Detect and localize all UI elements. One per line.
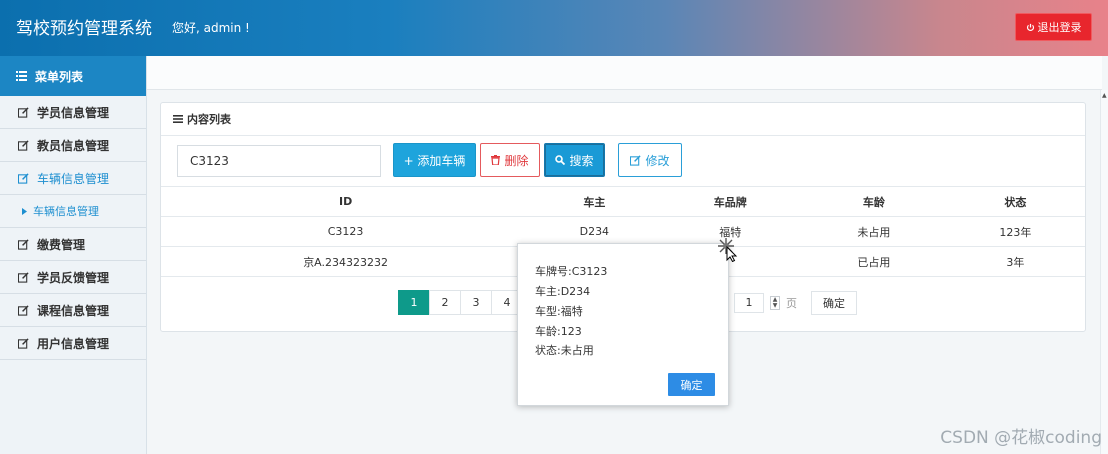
- list-icon: [16, 71, 27, 81]
- detail-model: 车型:福特: [535, 305, 583, 318]
- pagination: 1 2 3 4: [398, 290, 523, 315]
- delete-button[interactable]: 删除: [480, 143, 540, 177]
- table-cell: D234: [530, 216, 659, 247]
- column-header: ID: [161, 186, 531, 217]
- edit-icon: [18, 139, 29, 151]
- sidebar-item-label: 学员信息管理: [37, 105, 110, 120]
- sidebar-item-coach[interactable]: 教员信息管理: [0, 129, 146, 162]
- sidebar-item-user[interactable]: 用户信息管理: [0, 327, 146, 360]
- edit-icon: [18, 106, 29, 118]
- sidebar-item-label: 学员反馈管理: [37, 270, 110, 285]
- table-row[interactable]: C3123 D234 福特 未占用 123年: [161, 216, 1085, 247]
- sidebar-item-student[interactable]: 学员信息管理: [0, 96, 146, 129]
- sidebar-item-label: 缴费管理: [37, 237, 86, 252]
- chevron-down-icon: ▼: [772, 301, 778, 309]
- sidebar-subitem-label: 车辆信息管理: [33, 205, 99, 218]
- column-header: 状态: [945, 186, 1085, 217]
- watermark-text: CSDN @花椒coding: [940, 428, 1102, 448]
- busy-cursor-icon: [718, 238, 738, 262]
- page-number-input[interactable]: [734, 292, 764, 313]
- sidebar-item-feedback[interactable]: 学员反馈管理: [0, 261, 146, 294]
- table-cell: 已占用: [802, 246, 946, 277]
- logout-label: 退出登录: [1037, 21, 1082, 34]
- page-1-button[interactable]: 1: [398, 290, 430, 315]
- edit-icon: [630, 154, 642, 166]
- table-cell: 京A.234323232: [161, 246, 531, 277]
- page-2-button[interactable]: 2: [429, 290, 461, 315]
- add-vehicle-button[interactable]: + 添加车辆: [393, 143, 476, 177]
- content-top-strip: [147, 56, 1102, 90]
- top-header: 驾校预约管理系统 您好, admin ! 退出登录: [0, 0, 1108, 56]
- detail-plate: 车牌号:C3123: [535, 265, 608, 278]
- search-button[interactable]: 搜索: [544, 143, 605, 177]
- page-stepper[interactable]: ▲ ▼: [770, 295, 780, 310]
- column-header: 车主: [530, 186, 659, 217]
- bars-icon: [173, 115, 183, 123]
- sidebar-item-label: 用户信息管理: [37, 336, 110, 351]
- edit-label: 修改: [645, 153, 670, 168]
- column-header: 车品牌: [658, 186, 803, 217]
- sidebar-item-payment[interactable]: 缴费管理: [0, 228, 146, 261]
- table-cell: 123年: [945, 216, 1085, 247]
- table-cell: 未占用: [802, 216, 946, 247]
- edit-button[interactable]: 修改: [618, 143, 682, 177]
- panel-header: 内容列表: [161, 103, 1085, 136]
- search-icon: [555, 155, 566, 165]
- panel-title: 内容列表: [187, 113, 231, 126]
- delete-label: 删除: [504, 153, 529, 168]
- logout-button[interactable]: 退出登录: [1015, 13, 1092, 41]
- dialog-ok-button[interactable]: 确定: [668, 373, 715, 396]
- sidebar-item-label: 课程信息管理: [37, 303, 110, 318]
- detail-age: 车龄:123: [535, 325, 582, 338]
- page-confirm-button[interactable]: 确定: [811, 290, 857, 315]
- detail-owner: 车主:D234: [535, 285, 591, 298]
- greeting-text: 您好, admin !: [172, 21, 250, 35]
- menu-header: 菜单列表: [0, 56, 146, 96]
- edit-icon: [18, 172, 29, 184]
- trash-icon: [491, 155, 501, 165]
- column-header: 车龄: [802, 186, 946, 217]
- page-3-button[interactable]: 3: [460, 290, 492, 315]
- menu-header-label: 菜单列表: [35, 69, 84, 84]
- page-unit-label: 页: [786, 296, 797, 310]
- vehicle-detail-dialog: 车牌号:C3123 车主:D234 车型:福特 车龄:123 状态:未占用 确定: [517, 243, 729, 406]
- app-title: 驾校预约管理系统: [16, 19, 152, 39]
- edit-icon: [18, 304, 29, 316]
- detail-status: 状态:未占用: [535, 344, 594, 357]
- table-header-row: ID 车主 车品牌 车龄 状态: [161, 186, 1085, 217]
- page-jump: ▲ ▼ 页 确定: [734, 290, 857, 315]
- caret-right-icon: [22, 207, 27, 215]
- scroll-up-icon: ▲: [1102, 92, 1107, 99]
- edit-icon: [18, 238, 29, 250]
- table-cell: 3年: [945, 246, 1085, 277]
- sidebar: 菜单列表 学员信息管理 教员信息管理 车辆信息管理 车辆信息管理 缴费管理 学员…: [0, 56, 147, 454]
- search-label: 搜索: [569, 153, 594, 168]
- power-icon: [1026, 23, 1034, 31]
- sidebar-item-label: 教员信息管理: [37, 138, 110, 153]
- sidebar-subitem-vehicle[interactable]: 车辆信息管理: [0, 195, 146, 228]
- vertical-scrollbar[interactable]: ▲: [1100, 90, 1108, 454]
- edit-icon: [18, 337, 29, 349]
- table-cell: C3123: [161, 216, 531, 247]
- sidebar-item-vehicle[interactable]: 车辆信息管理: [0, 162, 146, 195]
- search-input[interactable]: [177, 145, 381, 177]
- sidebar-item-label: 车辆信息管理: [37, 171, 110, 186]
- edit-icon: [18, 271, 29, 283]
- sidebar-item-course[interactable]: 课程信息管理: [0, 294, 146, 327]
